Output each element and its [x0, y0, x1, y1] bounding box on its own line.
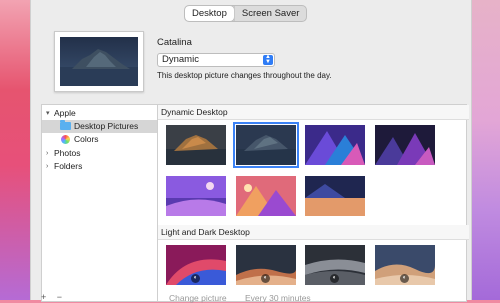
- chevron-updown-icon: ▲ ▼: [263, 54, 273, 65]
- sidebar-item-label: Photos: [54, 148, 81, 158]
- sidebar-item-label: Colors: [74, 134, 99, 144]
- sidebar-item-desktop-pictures[interactable]: Desktop Pictures: [42, 120, 157, 133]
- bottom-controls: + −: [41, 292, 62, 302]
- chevron-right-icon[interactable]: ›: [46, 160, 48, 173]
- dropdown-value: Dynamic: [162, 54, 199, 65]
- wallpaper-name: Catalina: [157, 37, 192, 48]
- dynamic-badge-icon: ◐: [330, 274, 339, 283]
- sidebar-item-label: Folders: [54, 161, 83, 171]
- chevron-right-icon[interactable]: ›: [46, 147, 48, 160]
- preferences-window: Desktop Screen Saver Catalina Dynamic ▲ ▼…: [30, 0, 472, 303]
- tab-desktop[interactable]: Desktop: [185, 6, 234, 21]
- dynamic-badge-icon: ◐: [400, 274, 409, 283]
- add-folder-button[interactable]: +: [41, 292, 46, 302]
- wallpaper-grid: Dynamic Desktop Light and Dark Desktop ◐: [157, 104, 469, 302]
- wallpaper-thumb[interactable]: [236, 176, 296, 216]
- wallpaper-thumb[interactable]: ◐: [236, 245, 296, 285]
- remove-folder-button[interactable]: −: [57, 292, 62, 302]
- desktop-background-right: [470, 0, 500, 300]
- change-interval-dropdown[interactable]: Every 30 minutes: [245, 293, 311, 303]
- wallpaper-thumb[interactable]: ◐: [166, 245, 226, 285]
- folder-icon: [60, 120, 71, 130]
- change-picture-checkbox-label[interactable]: Change picture: [169, 293, 227, 303]
- wallpaper-thumb[interactable]: [305, 176, 365, 216]
- wallpaper-thumb-selected[interactable]: [233, 122, 299, 168]
- sidebar-item-photos[interactable]: › Photos: [42, 147, 157, 160]
- wallpaper-thumb[interactable]: [375, 125, 435, 165]
- wallpaper-thumb[interactable]: [305, 125, 365, 165]
- sidebar-item-label: Desktop Pictures: [74, 121, 139, 131]
- sidebar-item-label: Apple: [54, 108, 76, 118]
- source-list: ▾ Apple Desktop Pictures Colors › Photos…: [41, 104, 158, 302]
- tab-bar: Desktop Screen Saver: [184, 5, 308, 22]
- colors-icon: [61, 135, 70, 144]
- sidebar-item-colors[interactable]: Colors: [42, 133, 157, 146]
- dynamic-badge-icon: ◐: [191, 274, 200, 283]
- wallpaper-description: This desktop picture changes throughout …: [157, 71, 332, 80]
- wallpaper-thumb[interactable]: [166, 176, 226, 216]
- catalina-preview-image: [60, 37, 138, 86]
- tab-screen-saver[interactable]: Screen Saver: [233, 6, 307, 21]
- wallpaper-thumb[interactable]: ◐: [375, 245, 435, 285]
- sidebar-item-apple[interactable]: ▾ Apple: [42, 107, 157, 120]
- appearance-mode-dropdown[interactable]: Dynamic ▲ ▼: [157, 53, 275, 67]
- desktop-background-left: [0, 0, 30, 300]
- wallpaper-thumb[interactable]: [166, 125, 226, 165]
- wallpaper-preview: [54, 31, 144, 92]
- section-header-dynamic: Dynamic Desktop: [158, 105, 469, 120]
- chevron-down-icon[interactable]: ▾: [46, 107, 50, 120]
- dynamic-badge-icon: ◐: [261, 274, 270, 283]
- wallpaper-thumb[interactable]: ◐: [305, 245, 365, 285]
- section-header-light-dark: Light and Dark Desktop: [158, 225, 469, 240]
- sidebar-item-folders[interactable]: › Folders: [42, 160, 157, 173]
